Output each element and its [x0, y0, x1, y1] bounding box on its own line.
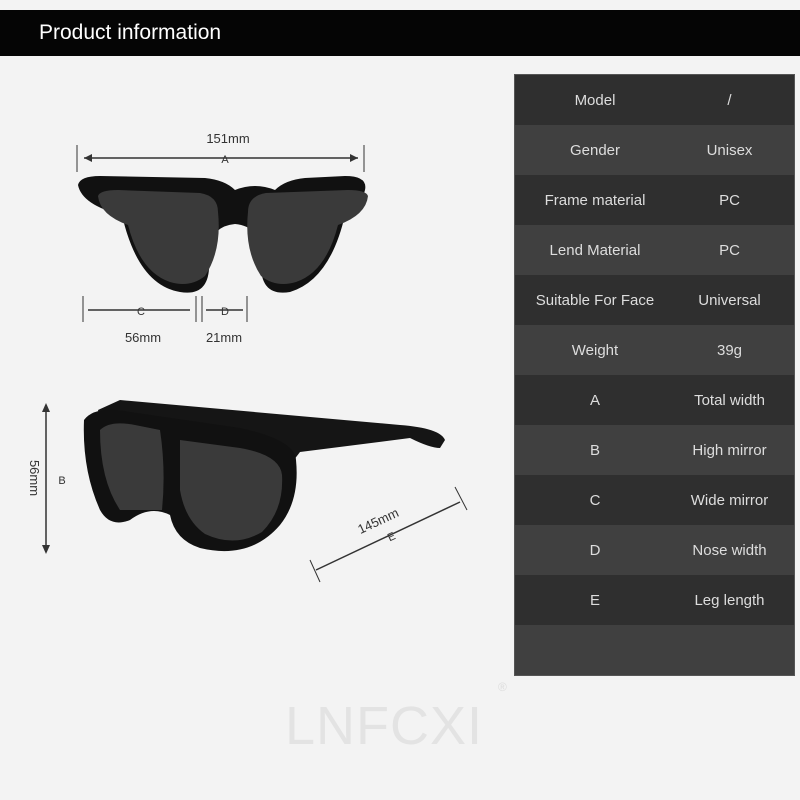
dimension-d-label: D [221, 306, 229, 318]
spec-row [515, 625, 794, 675]
spec-value: Nose width [692, 541, 767, 559]
spec-key: Frame material [544, 191, 646, 209]
spec-key: D [589, 541, 601, 559]
spec-value: Universal [698, 291, 761, 309]
dimension-a-label: A [221, 154, 229, 166]
spec-key: Suitable For Face [535, 291, 655, 309]
dimension-c-value: 56mm [125, 330, 161, 345]
spec-value: Wide mirror [690, 491, 769, 509]
spec-key: Model [574, 91, 616, 109]
registered-mark: ® [498, 680, 507, 694]
spec-key: Weight [571, 341, 619, 359]
spec-row: D Nose width [515, 525, 794, 575]
spec-row: A Total width [515, 375, 794, 425]
dimension-e-value: 145mm [355, 505, 401, 537]
spec-key: Lend Material [549, 241, 641, 259]
spec-key: A [589, 391, 600, 409]
spec-table: Model / Gender Unisex Frame material PC Lend M… [514, 74, 795, 676]
spec-key: C [589, 491, 601, 509]
spec-key: E [589, 591, 600, 609]
spec-value: PC [719, 241, 740, 259]
dimension-d-value: 21mm [206, 330, 242, 345]
spec-row: E Leg length [515, 575, 794, 625]
brand-watermark: LNFCXI [285, 696, 484, 756]
spec-value: Total width [694, 391, 765, 409]
spec-row: Lend Material PC [515, 225, 794, 275]
spec-value: Leg length [694, 591, 765, 609]
spec-row: Model / [515, 75, 794, 125]
glasses-diagram: 151mm A C D 56mm 21mm 56mm B 145mm E [27, 131, 468, 583]
dimension-a-value: 151mm [206, 131, 249, 146]
spec-value: 39g [716, 341, 743, 359]
dimension-c-label: C [137, 306, 145, 318]
spec-key: Gender [569, 141, 621, 159]
spec-value: Unisex [706, 141, 753, 159]
spec-value: PC [719, 191, 740, 209]
spec-key: B [589, 441, 600, 459]
spec-row: Gender Unisex [515, 125, 794, 175]
spec-row: C Wide mirror [515, 475, 794, 525]
spec-value: / [727, 91, 732, 109]
spec-row: Weight 39g [515, 325, 794, 375]
spec-row: Frame material PC [515, 175, 794, 225]
glasses-side-image [83, 400, 445, 552]
spec-value: High mirror [692, 441, 767, 459]
spec-row: Suitable For Face Universal [515, 275, 794, 325]
spec-row: B High mirror [515, 425, 794, 475]
section-header: Product information [0, 10, 800, 56]
dimension-b-value: 56mm [27, 460, 42, 496]
glasses-front-image [78, 176, 368, 293]
dimension-b-label: B [58, 475, 65, 487]
